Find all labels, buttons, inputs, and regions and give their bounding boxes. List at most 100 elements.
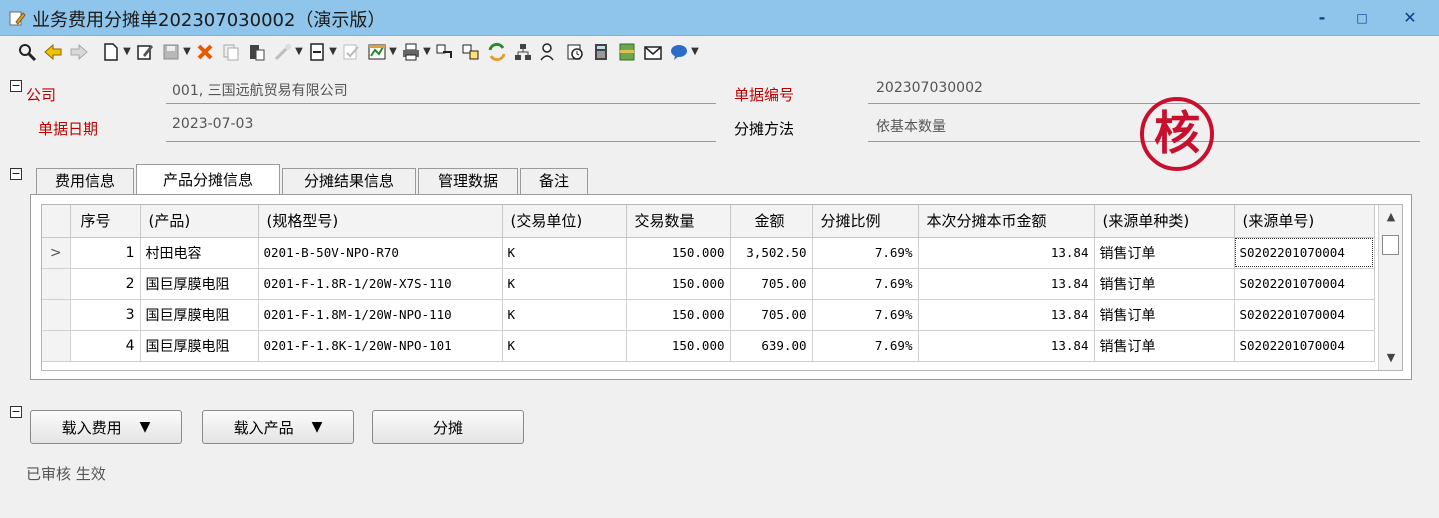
cell-no[interactable]: 2 xyxy=(70,268,141,300)
cell-ratio[interactable]: 7.69% xyxy=(812,268,919,300)
grid-vertical-scrollbar[interactable]: ▲ ▼ xyxy=(1378,205,1402,370)
refresh-icon[interactable] xyxy=(486,41,508,63)
user-search-icon[interactable] xyxy=(538,41,560,63)
tab-product-allocation[interactable]: 产品分摊信息 xyxy=(136,164,280,195)
cell-qty[interactable]: 150.000 xyxy=(626,268,731,300)
minimize-button[interactable]: - xyxy=(1302,4,1342,32)
notebook-icon[interactable] xyxy=(616,41,638,63)
cell-unit[interactable]: K xyxy=(502,268,627,300)
cell-source-no[interactable]: S0202201070004 xyxy=(1234,299,1375,331)
check-icon[interactable] xyxy=(340,41,362,63)
table-row[interactable]: 3 国巨厚膜电阻 0201-F-1.8M-1/20W-NPO-110 K 150… xyxy=(42,299,1375,331)
table-row[interactable]: 4 国巨厚膜电阻 0201-F-1.8K-1/20W-NPO-101 K 150… xyxy=(42,330,1375,362)
col-header-spec[interactable]: (规格型号) xyxy=(258,205,503,238)
docno-field[interactable]: 202307030002 xyxy=(876,80,983,96)
cell-amount[interactable]: 705.00 xyxy=(730,268,813,300)
delete-icon[interactable] xyxy=(194,41,216,63)
cell-qty[interactable]: 150.000 xyxy=(626,330,731,362)
company-field[interactable]: 001, 三国远航贸易有限公司 xyxy=(172,80,348,100)
cell-spec[interactable]: 0201-F-1.8M-1/20W-NPO-110 xyxy=(258,299,503,331)
date-field[interactable]: 2023-07-03 xyxy=(172,116,253,132)
cell-source-type[interactable]: 销售订单 xyxy=(1094,299,1235,331)
cell-alloc-amount[interactable]: 13.84 xyxy=(918,330,1095,362)
col-header-amount[interactable]: 金额 xyxy=(730,205,813,238)
calculator-icon[interactable] xyxy=(590,41,612,63)
import-icon[interactable] xyxy=(434,41,456,63)
col-header-source-type[interactable]: (来源单种类) xyxy=(1094,205,1235,238)
cell-source-type[interactable]: 销售订单 xyxy=(1094,330,1235,362)
new-doc-icon[interactable] xyxy=(100,41,122,63)
cell-alloc-amount[interactable]: 13.84 xyxy=(918,237,1095,269)
chevron-down-icon[interactable]: ▼ xyxy=(422,46,432,58)
cell-spec[interactable]: 0201-F-1.8R-1/20W-X7S-110 xyxy=(258,268,503,300)
cell-source-type[interactable]: 销售订单 xyxy=(1094,237,1235,269)
cell-ratio[interactable]: 7.69% xyxy=(812,330,919,362)
cell-spec[interactable]: 0201-B-50V-NPO-R70 xyxy=(258,237,503,269)
chevron-down-icon[interactable]: ▼ xyxy=(294,46,304,58)
load-product-button[interactable]: 载入产品 ▼ xyxy=(202,410,354,444)
col-header-ratio[interactable]: 分摊比例 xyxy=(812,205,919,238)
cell-qty[interactable]: 150.000 xyxy=(626,299,731,331)
cell-amount[interactable]: 639.00 xyxy=(730,330,813,362)
cell-ratio[interactable]: 7.69% xyxy=(812,237,919,269)
load-fee-button[interactable]: 载入费用 ▼ xyxy=(30,410,182,444)
forward-icon[interactable] xyxy=(68,41,90,63)
cell-source-no[interactable]: S0202201070004 xyxy=(1234,330,1375,362)
col-header-no[interactable]: 序号 xyxy=(70,205,141,238)
col-header-source-no[interactable]: (来源单号) xyxy=(1234,205,1375,238)
cell-qty[interactable]: 150.000 xyxy=(626,237,731,269)
cell-product[interactable]: 国巨厚膜电阻 xyxy=(140,330,259,362)
cell-spec[interactable]: 0201-F-1.8K-1/20W-NPO-101 xyxy=(258,330,503,362)
chart-icon[interactable] xyxy=(366,41,388,63)
print-icon[interactable] xyxy=(400,41,422,63)
cell-no[interactable]: 4 xyxy=(70,330,141,362)
row-selector[interactable] xyxy=(42,330,71,362)
cell-product[interactable]: 国巨厚膜电阻 xyxy=(140,268,259,300)
cell-unit[interactable]: K xyxy=(502,237,627,269)
col-header-qty[interactable]: 交易数量 xyxy=(626,205,731,238)
link-icon[interactable] xyxy=(272,41,294,63)
mail-icon[interactable] xyxy=(642,41,664,63)
cell-no[interactable]: 3 xyxy=(70,299,141,331)
chevron-down-icon[interactable]: ▼ xyxy=(182,46,192,58)
cell-source-type[interactable]: 销售订单 xyxy=(1094,268,1235,300)
hierarchy-icon[interactable] xyxy=(512,41,534,63)
table-row[interactable]: 2 国巨厚膜电阻 0201-F-1.8R-1/20W-X7S-110 K 150… xyxy=(42,268,1375,300)
close-button[interactable]: ✕ xyxy=(1390,4,1430,32)
collapse-detail-toggle[interactable]: − xyxy=(10,168,22,180)
clock-icon[interactable] xyxy=(564,41,586,63)
cell-product[interactable]: 村田电容 xyxy=(140,237,259,269)
cell-source-no[interactable]: S0202201070004 xyxy=(1234,268,1375,300)
allocate-button[interactable]: 分摊 xyxy=(372,410,524,444)
cell-product[interactable]: 国巨厚膜电阻 xyxy=(140,299,259,331)
collapse-header-toggle[interactable]: − xyxy=(10,80,22,92)
save-icon[interactable] xyxy=(160,41,182,63)
chevron-down-icon[interactable]: ▼ xyxy=(388,46,398,58)
cell-ratio[interactable]: 7.69% xyxy=(812,299,919,331)
tab-fee-info[interactable]: 费用信息 xyxy=(36,168,134,195)
col-header-unit[interactable]: (交易单位) xyxy=(502,205,627,238)
cell-alloc-amount[interactable]: 13.84 xyxy=(918,299,1095,331)
cell-amount[interactable]: 705.00 xyxy=(730,299,813,331)
cell-alloc-amount[interactable]: 13.84 xyxy=(918,268,1095,300)
cell-amount[interactable]: 3,502.50 xyxy=(730,237,813,269)
tab-management-data[interactable]: 管理数据 xyxy=(418,168,518,195)
tab-remarks[interactable]: 备注 xyxy=(520,168,588,195)
scroll-up-icon[interactable]: ▲ xyxy=(1379,205,1402,229)
paste-icon[interactable] xyxy=(246,41,268,63)
chevron-down-icon[interactable]: ▼ xyxy=(122,46,132,58)
col-header-alloc-amount[interactable]: 本次分摊本币金额 xyxy=(918,205,1095,238)
table-row[interactable]: > 1 村田电容 0201-B-50V-NPO-R70 K 150.000 3,… xyxy=(42,237,1375,269)
maximize-button[interactable]: □ xyxy=(1342,4,1382,32)
edit-icon[interactable] xyxy=(134,41,156,63)
row-selector[interactable]: > xyxy=(42,237,71,269)
method-field[interactable]: 依基本数量 xyxy=(876,116,946,136)
chevron-down-icon[interactable]: ▼ xyxy=(328,46,338,58)
tab-allocation-result[interactable]: 分摊结果信息 xyxy=(282,168,416,195)
find-icon[interactable] xyxy=(16,41,38,63)
split-icon[interactable] xyxy=(460,41,482,63)
cell-source-no[interactable]: S0202201070004 xyxy=(1234,237,1375,269)
scroll-down-icon[interactable]: ▼ xyxy=(1379,346,1402,370)
chevron-down-icon[interactable]: ▼ xyxy=(690,46,700,58)
row-selector[interactable] xyxy=(42,268,71,300)
